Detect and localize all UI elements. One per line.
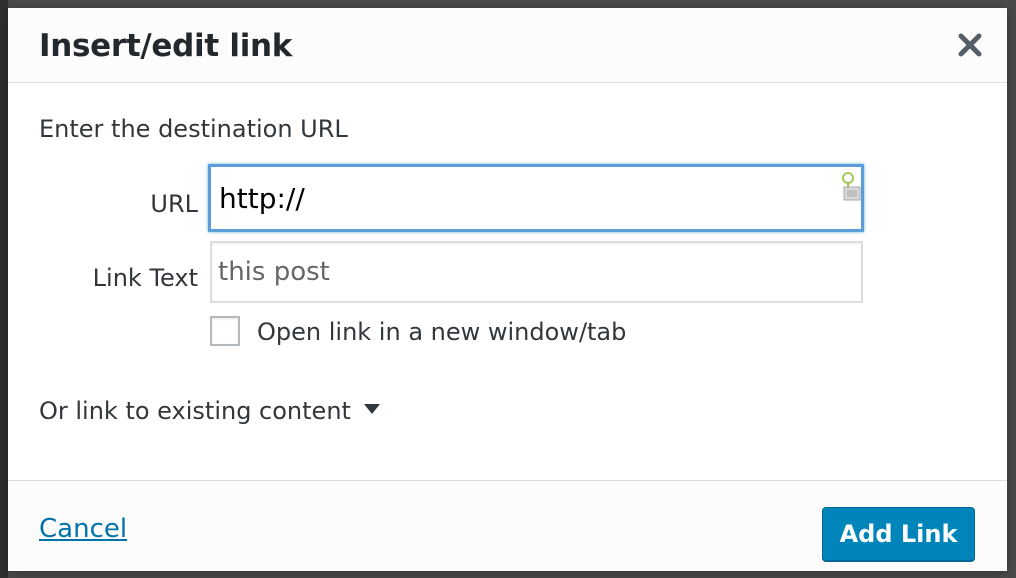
triangle-down-icon [363,404,380,414]
backdrop-edge [0,0,8,578]
close-icon [958,33,982,57]
close-button[interactable] [953,28,987,62]
link-text-label: Link Text [92,264,198,292]
link-text-input[interactable] [210,241,863,303]
existing-content-toggle[interactable]: Or link to existing content [39,394,381,428]
dialog-title: Insert/edit link [39,28,293,64]
add-link-button[interactable]: Add Link [822,507,975,561]
dialog-header: Insert/edit link [8,8,1007,83]
dialog-footer: Cancel Add Link [8,480,1007,571]
new-tab-checkbox[interactable] [210,316,240,346]
new-tab-label[interactable]: Open link in a new window/tab [257,315,626,349]
insert-link-dialog: Insert/edit link Enter the destination U… [8,8,1007,571]
url-instructions: Enter the destination URL [39,115,348,143]
url-label: URL [150,190,198,218]
url-input[interactable] [208,164,864,232]
password-manager-icon[interactable] [838,170,862,202]
existing-content-label: Or link to existing content [39,397,351,425]
cancel-link[interactable]: Cancel [39,512,127,546]
